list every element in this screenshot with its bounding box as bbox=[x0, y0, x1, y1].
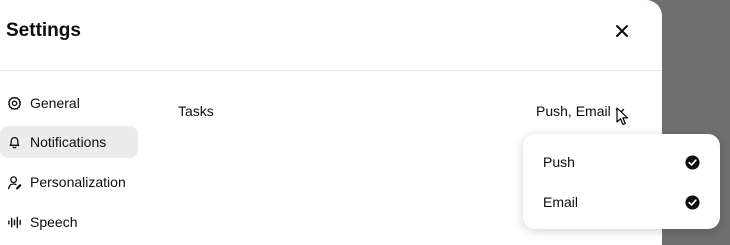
option-push[interactable]: Push bbox=[523, 142, 720, 182]
option-label: Push bbox=[543, 154, 575, 170]
sidebar-item-notifications[interactable]: Notifications bbox=[0, 126, 138, 158]
close-icon bbox=[616, 25, 628, 37]
sidebar-item-speech[interactable]: Speech bbox=[0, 206, 138, 238]
tasks-notification-select[interactable]: Push, Email bbox=[536, 103, 625, 119]
mouse-cursor-icon bbox=[616, 107, 629, 126]
check-circle-icon bbox=[685, 194, 700, 210]
sidebar-item-personalization[interactable]: Personalization bbox=[0, 166, 138, 198]
close-button[interactable] bbox=[609, 18, 635, 44]
sidebar-item-label: General bbox=[30, 95, 80, 111]
dialog-title: Settings bbox=[6, 20, 81, 41]
gear-icon bbox=[6, 95, 22, 111]
bell-icon bbox=[6, 134, 22, 150]
waveform-icon bbox=[6, 214, 22, 230]
check-circle-icon bbox=[685, 154, 700, 170]
sidebar-item-label: Notifications bbox=[30, 134, 107, 150]
tasks-select-value: Push, Email bbox=[536, 103, 611, 119]
option-label: Email bbox=[543, 194, 579, 210]
notification-options-menu: Push Email bbox=[523, 134, 720, 229]
sidebar-item-general[interactable]: General bbox=[0, 87, 138, 119]
sidebar-item-label: Speech bbox=[30, 214, 78, 230]
sidebar-item-label: Personalization bbox=[30, 174, 126, 190]
tasks-label: Tasks bbox=[178, 103, 214, 119]
person-icon bbox=[6, 174, 22, 190]
option-email[interactable]: Email bbox=[523, 182, 720, 222]
header-divider bbox=[0, 70, 662, 71]
